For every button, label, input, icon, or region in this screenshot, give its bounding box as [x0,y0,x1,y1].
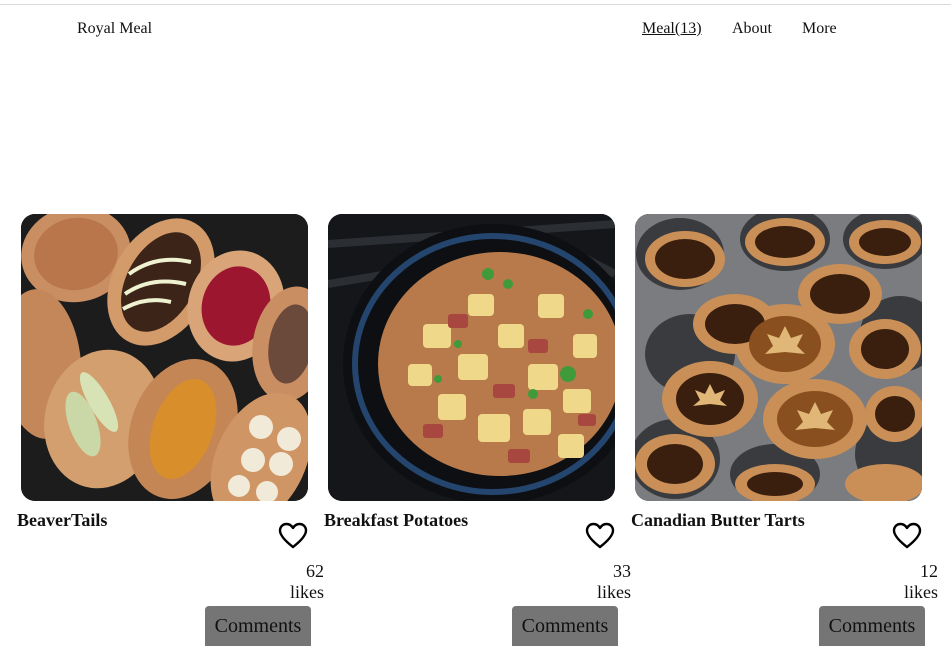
meal-title[interactable]: BeaverTails [17,510,107,531]
nav-about-link[interactable]: About [732,20,772,38]
meal-card: Canadian Butter Tarts 12 likes Comments [631,214,938,646]
comments-button[interactable]: Comments [512,606,618,646]
comments-button[interactable]: Comments [819,606,925,646]
butter-tarts-image [635,214,922,501]
likes-count: 12 [920,561,938,581]
breakfast-potatoes-image [328,214,615,501]
meal-card: Breakfast Potatoes 33 likes Comments [324,214,631,646]
beavertails-image [21,214,308,501]
likes-label: likes [290,582,324,602]
nav-meal-link[interactable]: Meal(13) [642,20,702,38]
meal-photo-breakfast-potatoes[interactable] [328,214,615,501]
likes-label: likes [597,582,631,602]
likes-label: likes [904,582,938,602]
comments-button[interactable]: Comments [205,606,311,646]
meal-photo-beavertails[interactable] [21,214,308,501]
header-divider [0,4,951,5]
heart-outline-icon[interactable] [892,522,922,550]
likes-count: 33 [613,561,631,581]
nav-more-link[interactable]: More [802,20,837,38]
likes-counter: 33 likes [571,561,631,603]
site-brand[interactable]: Royal Meal [77,20,152,38]
meal-title[interactable]: Breakfast Potatoes [324,510,468,531]
heart-outline-icon[interactable] [278,522,308,550]
meal-card: BeaverTails 62 likes Comments [17,214,324,646]
likes-counter: 62 likes [264,561,324,603]
likes-count: 62 [306,561,324,581]
heart-outline-icon[interactable] [585,522,615,550]
meal-title[interactable]: Canadian Butter Tarts [631,510,805,531]
meal-photo-butter-tarts[interactable] [635,214,922,501]
likes-counter: 12 likes [878,561,938,603]
